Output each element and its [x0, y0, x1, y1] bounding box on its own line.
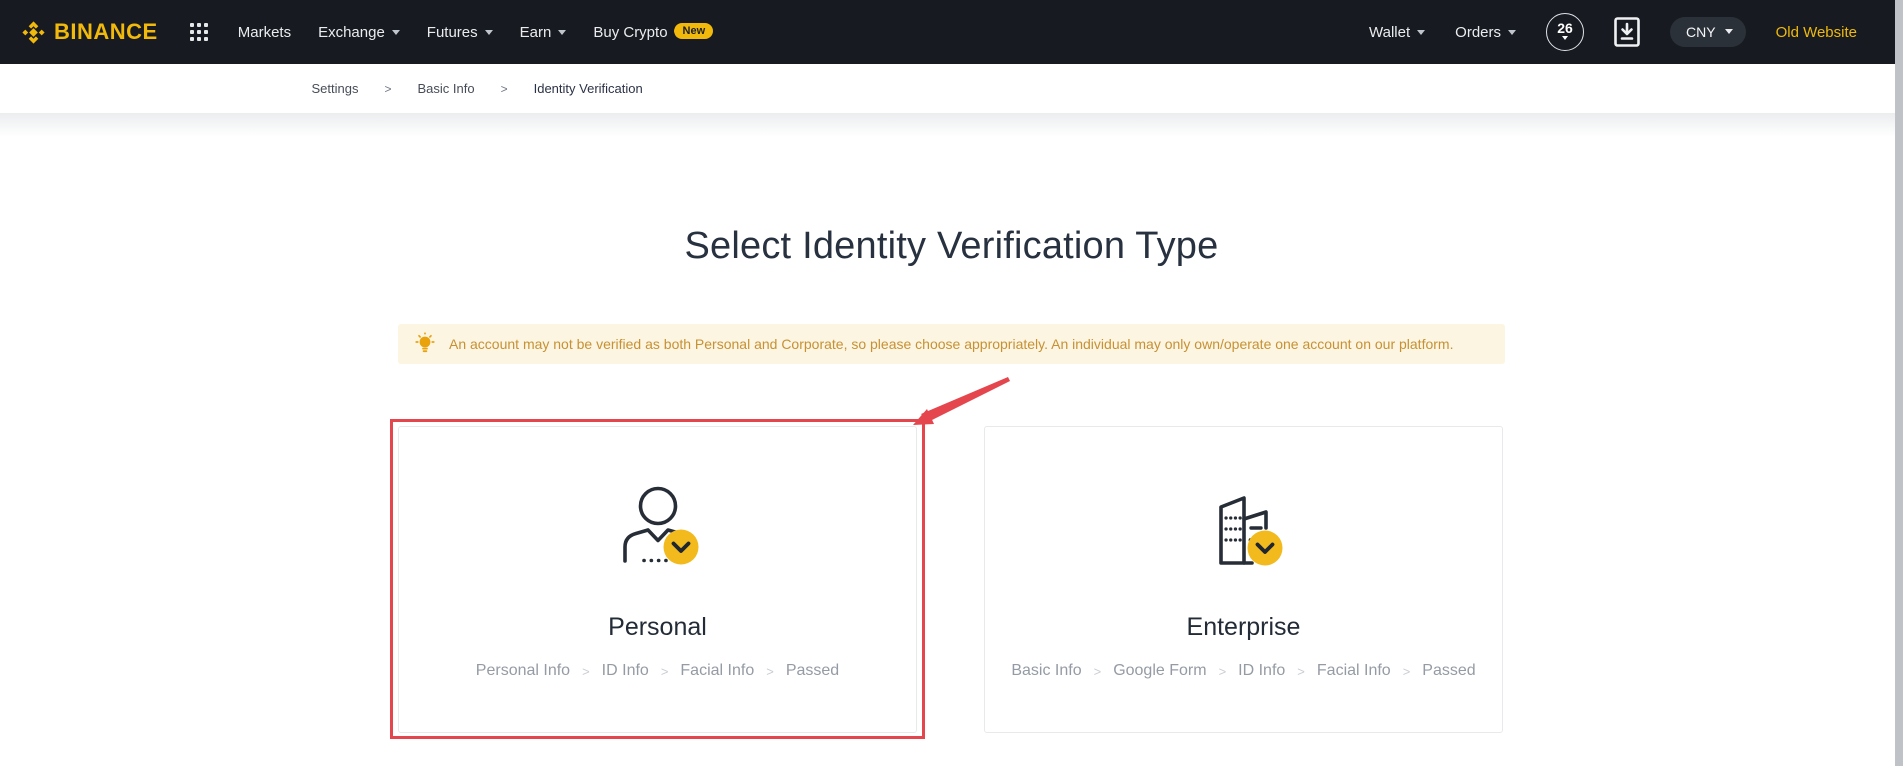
chevron-down-icon	[1508, 29, 1516, 39]
breadcrumb: Settings > Basic Info > Identity Verific…	[312, 81, 1592, 96]
top-navigation: BINANCE Markets Exchange Futures Earn Bu…	[0, 0, 1903, 64]
menu-item-buy-crypto[interactable]: Buy Crypto New	[593, 23, 714, 41]
step-separator: >	[1402, 663, 1411, 679]
notification-count: 26	[1557, 20, 1573, 36]
personal-card-wrapper: Personal Personal Info > ID Info > Facia…	[390, 377, 1010, 739]
menu-item-label: Wallet	[1369, 23, 1411, 41]
step-separator: >	[766, 663, 774, 679]
nav-right-section: Wallet Orders 26 CNY Old Website	[1369, 13, 1857, 51]
currency-value: CNY	[1686, 24, 1716, 40]
chevron-down-icon	[484, 29, 493, 39]
breadcrumb-identity-verification: Identity Verification	[533, 81, 643, 96]
binance-logo[interactable]: BINANCE	[20, 19, 158, 46]
download-app-icon[interactable]	[1614, 17, 1640, 47]
enterprise-steps: Basic Info > Google Form > ID Info > Fac…	[1011, 662, 1475, 680]
breadcrumb-basic-info[interactable]: Basic Info	[418, 81, 475, 96]
step-separator: >	[1297, 663, 1305, 679]
main-menu: Markets Exchange Futures Earn Buy Crypto…	[238, 23, 714, 41]
step-separator: >	[660, 663, 669, 679]
step-separator: >	[1093, 663, 1102, 679]
step-label: ID Info	[1238, 662, 1286, 679]
step-separator: >	[582, 663, 590, 679]
chevron-down-icon	[391, 29, 400, 39]
main-content: Select Identity Verification Type An acc…	[390, 225, 1505, 739]
breadcrumb-settings[interactable]: Settings	[312, 81, 359, 96]
binance-diamond-icon	[22, 20, 45, 44]
menu-item-futures[interactable]: Futures	[427, 24, 493, 41]
menu-item-orders[interactable]: Orders	[1455, 24, 1516, 41]
notification-count-badge[interactable]: 26	[1546, 13, 1584, 51]
building-verified-icon	[1219, 496, 1283, 566]
step-label: Facial Info	[1316, 662, 1391, 679]
verified-badge	[1247, 530, 1283, 566]
menu-item-exchange[interactable]: Exchange	[318, 24, 400, 41]
breadcrumb-shadow	[0, 113, 1903, 137]
notice-text: An account may not be verified as both P…	[449, 336, 1454, 352]
chevron-down-icon	[1562, 36, 1568, 43]
chevron-down-icon	[1417, 29, 1426, 39]
currency-selector[interactable]: CNY	[1670, 17, 1746, 47]
card-title-enterprise: Enterprise	[1186, 613, 1301, 641]
menu-item-label: Futures	[426, 23, 478, 41]
notice-banner: An account may not be verified as both P…	[398, 324, 1505, 364]
step-label: Personal Info	[475, 662, 571, 679]
verification-type-cards: Personal Personal Info > ID Info > Facia…	[390, 377, 1505, 739]
step-label: Passed	[785, 662, 840, 679]
menu-item-label: Orders	[1455, 23, 1501, 41]
old-website-link[interactable]: Old Website	[1776, 24, 1857, 41]
chevron-down-icon	[1724, 29, 1733, 38]
step-label: ID Info	[601, 662, 649, 679]
step-label: Basic Info	[1011, 662, 1082, 679]
menu-item-earn[interactable]: Earn	[520, 24, 567, 41]
menu-item-label: Markets	[237, 23, 292, 41]
lightbulb-icon	[415, 332, 435, 353]
breadcrumb-separator: >	[500, 81, 508, 96]
menu-item-label: Exchange	[318, 23, 385, 41]
apps-grid-icon[interactable]	[189, 23, 208, 41]
breadcrumb-separator: >	[384, 81, 392, 96]
step-label: Facial Info	[680, 662, 755, 679]
new-badge: New	[673, 23, 714, 39]
step-label: Google Form	[1113, 662, 1207, 679]
logo-wordmark: BINANCE	[54, 19, 158, 44]
breadcrumb-bar: Settings > Basic Info > Identity Verific…	[0, 64, 1903, 113]
step-label: Passed	[1422, 662, 1476, 679]
menu-item-wallet[interactable]: Wallet	[1369, 23, 1426, 41]
step-separator: >	[1218, 663, 1227, 679]
vertical-scrollbar[interactable]	[1895, 0, 1903, 766]
menu-item-label: Earn	[519, 23, 552, 41]
chevron-down-icon	[558, 29, 567, 39]
personal-steps: Personal Info > ID Info > Facial Info > …	[476, 662, 839, 680]
menu-item-markets[interactable]: Markets	[238, 24, 291, 41]
page-title: Select Identity Verification Type	[684, 225, 1219, 267]
verified-badge	[663, 529, 699, 565]
menu-item-label: Buy Crypto	[593, 23, 668, 41]
enterprise-card[interactable]: Enterprise Basic Info > Google Form > ID…	[984, 426, 1503, 733]
personal-card[interactable]: Personal Personal Info > ID Info > Facia…	[398, 426, 917, 733]
person-verified-icon	[623, 486, 699, 565]
card-title-personal: Personal	[608, 613, 707, 641]
